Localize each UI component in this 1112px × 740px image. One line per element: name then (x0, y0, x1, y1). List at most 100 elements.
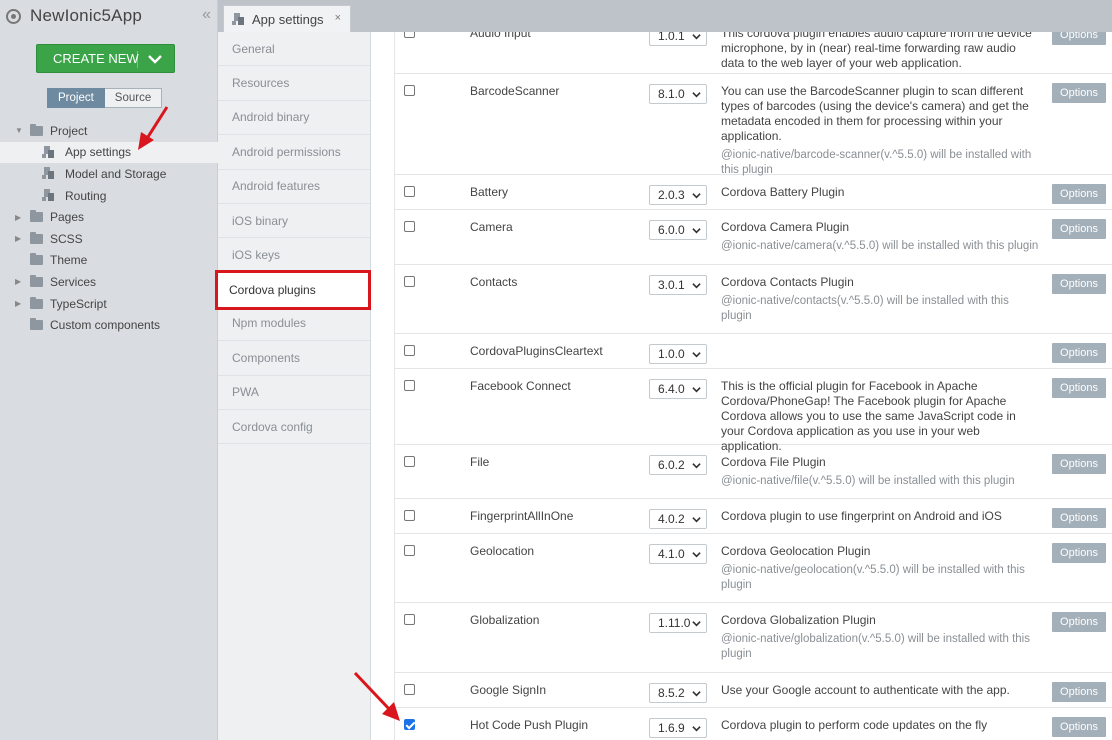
tab-source[interactable]: Source (104, 88, 163, 108)
plugin-checkbox[interactable] (404, 510, 415, 521)
chevron-down-icon (692, 193, 701, 199)
options-button[interactable]: Options (1052, 508, 1106, 528)
options-button[interactable]: Options (1052, 543, 1106, 563)
settings-nav-item[interactable]: Resources (218, 66, 370, 101)
version-select[interactable]: 2.0.3 (649, 185, 707, 205)
tree-item[interactable]: App settings (0, 141, 218, 164)
page-icon (42, 167, 55, 180)
plugin-checkbox[interactable] (404, 614, 415, 625)
plugin-install-note: @ionic-native/camera(v.^5.5.0) will be i… (721, 240, 1039, 252)
version-select[interactable]: 4.0.2 (649, 509, 707, 529)
plugin-description-text: This cordova plugin enables audio captur… (721, 32, 1032, 70)
caret-right-icon[interactable]: ▶ (15, 234, 23, 243)
plugin-checkbox[interactable] (404, 456, 415, 467)
version-select[interactable]: 1.6.9 (649, 718, 707, 738)
tree-item[interactable]: ▶ SCSS (0, 228, 218, 250)
plugin-checkbox[interactable] (404, 85, 415, 96)
settings-nav-item[interactable]: Cordova plugins (215, 269, 371, 310)
settings-nav-item[interactable]: Android binary (218, 101, 370, 136)
plugin-row: BarcodeScanner 8.1.0 You can use the Barco… (395, 74, 1112, 176)
version-select[interactable]: 8.1.0 (649, 84, 707, 104)
options-button[interactable]: Options (1052, 682, 1106, 702)
tree-item[interactable]: ▼ Project (0, 120, 218, 142)
caret-right-icon[interactable]: ▶ (15, 213, 23, 222)
create-new-button[interactable]: CREATE NEW (36, 44, 175, 73)
plugin-checkbox[interactable] (404, 221, 415, 232)
tree-item-label: Routing (65, 188, 107, 203)
tree-item[interactable]: ▶ Pages (0, 206, 218, 228)
caret-right-icon[interactable]: ▶ (15, 277, 23, 286)
settings-nav-item[interactable]: iOS keys (218, 238, 370, 273)
options-button[interactable]: Options (1052, 219, 1106, 239)
tree-item[interactable]: Theme (0, 250, 218, 272)
plugin-description-text: Cordova File Plugin (721, 455, 826, 469)
version-select[interactable]: 8.5.2 (649, 683, 707, 703)
version-value: 6.0.0 (658, 223, 685, 237)
tree-item[interactable]: ▶ TypeScript (0, 293, 218, 315)
plugin-description: Cordova plugin to use fingerprint on And… (721, 509, 1041, 524)
plugin-checkbox[interactable] (404, 276, 415, 287)
tree-item[interactable]: ▶ Services (0, 271, 218, 293)
options-button[interactable]: Options (1052, 343, 1106, 363)
version-select[interactable]: 6.0.2 (649, 455, 707, 475)
version-select[interactable]: 6.0.0 (649, 220, 707, 240)
plugin-checkbox[interactable] (404, 186, 415, 197)
settings-nav-item[interactable]: General (218, 32, 370, 67)
options-button[interactable]: Options (1052, 612, 1106, 632)
options-button[interactable]: Options (1052, 378, 1106, 398)
chevron-down-icon (692, 352, 701, 358)
settings-nav-item[interactable]: PWA (218, 376, 370, 410)
tab-project[interactable]: Project (47, 88, 105, 108)
close-icon[interactable]: × (335, 12, 341, 24)
tab-app-settings[interactable]: App settings × (223, 5, 351, 32)
version-select[interactable]: 1.0.1 (649, 32, 707, 46)
plugin-description: Cordova File Plugin @ionic-native/file(v.… (721, 455, 1041, 489)
tree-item[interactable]: Routing (0, 185, 218, 207)
version-select[interactable]: 4.1.0 (649, 544, 707, 564)
options-button[interactable]: Options (1052, 274, 1106, 294)
tree-item[interactable]: Custom components (0, 314, 218, 336)
settings-nav-item[interactable]: Android features (218, 170, 370, 204)
options-button[interactable]: Options (1052, 717, 1106, 737)
plugin-checkbox[interactable] (404, 380, 415, 391)
page-icon (232, 12, 245, 26)
plugin-checkbox[interactable] (404, 545, 415, 556)
version-value: 4.1.0 (658, 547, 685, 561)
settings-nav-item[interactable]: iOS binary (218, 204, 370, 239)
collapse-sidebar-icon[interactable]: « (202, 6, 211, 24)
tree-item[interactable]: Model and Storage (0, 163, 218, 185)
plugin-checkbox[interactable] (404, 32, 415, 38)
plugin-checkbox[interactable] (404, 719, 415, 730)
caret-down-icon[interactable]: ▼ (15, 126, 23, 135)
plugin-name: Contacts (470, 275, 518, 289)
options-button[interactable]: Options (1052, 32, 1106, 45)
app-title: NewIonic5App (30, 6, 143, 25)
plugin-description: Cordova Contacts Plugin @ionic-native/con… (721, 275, 1041, 324)
plugin-name: Camera (470, 220, 513, 234)
plugin-description-text: Cordova Geolocation Plugin (721, 544, 871, 558)
chevron-down-icon[interactable] (146, 50, 164, 68)
plugin-name: Geolocation (470, 544, 535, 558)
settings-nav-item[interactable]: Components (218, 341, 370, 376)
settings-nav-item[interactable]: Android permissions (218, 135, 370, 170)
plugin-checkbox[interactable] (404, 345, 415, 356)
version-select[interactable]: 3.0.1 (649, 275, 707, 295)
plugin-row: Camera 6.0.0 Cordova Camera Plugin @ionic-n… (395, 210, 1112, 265)
version-select[interactable]: 6.4.0 (649, 379, 707, 399)
caret-right-icon[interactable]: ▶ (15, 299, 23, 308)
settings-nav-item[interactable]: Npm modules (218, 307, 370, 342)
plugin-install-note: @ionic-native/barcode-scanner(v.^5.5.0) … (721, 149, 1032, 176)
plugin-row: Battery 2.0.3 Cordova Battery Plugin Option… (395, 175, 1112, 210)
plugin-description: This is the official plugin for Facebook… (721, 379, 1041, 454)
page-icon (42, 145, 55, 159)
settings-nav-item[interactable]: Cordova config (218, 410, 370, 445)
options-button[interactable]: Options (1052, 83, 1106, 103)
version-select[interactable]: 1.11.0 (649, 613, 707, 633)
plugin-checkbox[interactable] (404, 684, 415, 695)
plugin-name: FingerprintAllInOne (470, 509, 574, 523)
options-button[interactable]: Options (1052, 454, 1106, 474)
plugin-description-text: Cordova Camera Plugin (721, 220, 850, 234)
options-button[interactable]: Options (1052, 184, 1106, 204)
version-select[interactable]: 1.0.0 (649, 344, 707, 364)
chevron-down-icon (692, 92, 701, 98)
